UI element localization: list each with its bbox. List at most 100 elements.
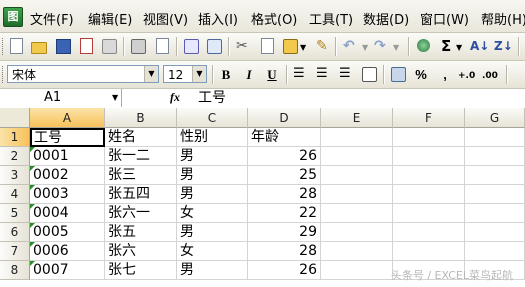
cell-c1[interactable]: 性别 [177,128,248,147]
cell-f6[interactable] [393,223,465,242]
redo-icon[interactable]: ↷ [374,37,386,55]
cell-d5[interactable]: 22 [248,204,321,223]
row-header-3[interactable]: 3 [0,166,30,185]
column-header-d[interactable]: D [248,108,321,128]
underline-button[interactable]: U [263,66,281,83]
toolbar-grip[interactable] [2,66,6,83]
cell-c5[interactable]: 女 [177,204,248,223]
cell-g2[interactable] [465,147,525,166]
paste-icon[interactable] [282,38,298,54]
row-header-8[interactable]: 8 [0,261,30,280]
cell-g1[interactable] [465,128,525,147]
cell-f5[interactable] [393,204,465,223]
cell-a2[interactable]: 0001 [30,147,105,166]
number-as-text-indicator-icon[interactable] [30,261,35,266]
menu-edit[interactable]: 编辑(E) [88,9,132,28]
cell-a6[interactable]: 0005 [30,223,105,242]
currency-icon[interactable] [390,66,406,82]
cut-icon[interactable]: ✂ [236,37,248,55]
number-as-text-indicator-icon[interactable] [30,185,35,190]
italic-button[interactable]: I [240,66,258,83]
column-header-a[interactable]: A [30,108,105,128]
formula-input[interactable]: 工号 [190,89,525,107]
cell-b3[interactable]: 张三 [105,166,177,185]
row-header-1[interactable]: 1 [0,128,30,147]
research-icon[interactable] [206,38,222,54]
cell-d4[interactable]: 28 [248,185,321,204]
cell-d2[interactable]: 26 [248,147,321,166]
hyperlink-icon[interactable] [416,38,432,54]
spelling-icon[interactable] [183,38,199,54]
cell-a5[interactable]: 0004 [30,204,105,223]
menu-data[interactable]: 数据(D) [363,9,409,28]
cell-g3[interactable] [465,166,525,185]
cell-e2[interactable] [321,147,393,166]
percent-button[interactable]: % [412,66,430,83]
copy-icon[interactable] [259,38,275,54]
cell-f4[interactable] [393,185,465,204]
cell-c7[interactable]: 女 [177,242,248,261]
name-box[interactable]: A1 [0,89,122,107]
menu-tools[interactable]: 工具(T) [309,9,353,28]
cell-c3[interactable]: 男 [177,166,248,185]
column-header-c[interactable]: C [177,108,248,128]
cell-f1[interactable] [393,128,465,147]
chevron-down-icon[interactable]: ▼ [144,66,158,82]
permission-icon[interactable] [78,38,94,54]
cell-d3[interactable]: 25 [248,166,321,185]
comma-style-button[interactable]: , [436,66,454,83]
autosum-dropdown-icon[interactable]: ▼ [456,39,462,57]
cell-b1[interactable]: 姓名 [105,128,177,147]
undo-dropdown-icon[interactable]: ▼ [362,39,368,57]
column-header-f[interactable]: F [393,108,465,128]
toolbar-grip[interactable] [2,38,6,55]
cell-b5[interactable]: 张六一 [105,204,177,223]
cell-e5[interactable] [321,204,393,223]
cell-a3[interactable]: 0002 [30,166,105,185]
email-icon[interactable] [101,38,117,54]
cell-f7[interactable] [393,242,465,261]
cell-b8[interactable]: 张七 [105,261,177,280]
print-preview-icon[interactable] [154,38,170,54]
cell-a7[interactable]: 0006 [30,242,105,261]
cell-g4[interactable] [465,185,525,204]
sort-ascending-icon[interactable]: A↓ [470,37,489,55]
paste-dropdown-icon[interactable]: ▼ [300,39,306,57]
row-header-7[interactable]: 7 [0,242,30,261]
save-icon[interactable] [55,38,71,54]
cell-e7[interactable] [321,242,393,261]
cell-b2[interactable]: 张一二 [105,147,177,166]
redo-dropdown-icon[interactable]: ▼ [393,39,399,57]
select-all-corner[interactable] [0,108,30,128]
row-header-2[interactable]: 2 [0,147,30,166]
cell-e8[interactable] [321,261,393,280]
column-header-e[interactable]: E [321,108,393,128]
cell-g6[interactable] [465,223,525,242]
chevron-down-icon[interactable]: ▼ [112,93,118,102]
cell-b4[interactable]: 张五四 [105,185,177,204]
cell-d8[interactable]: 26 [248,261,321,280]
merge-center-icon[interactable] [361,66,377,82]
number-as-text-indicator-icon[interactable] [30,166,35,171]
cell-d1[interactable]: 年龄 [248,128,321,147]
cell-d7[interactable]: 28 [248,242,321,261]
align-right-icon[interactable]: ☰ [339,65,351,83]
column-header-g[interactable]: G [465,108,525,128]
menu-help[interactable]: 帮助(H) [481,9,525,28]
insert-function-icon[interactable]: fx [170,90,180,105]
cell-e1[interactable] [321,128,393,147]
cell-a4[interactable]: 0003 [30,185,105,204]
menu-window[interactable]: 窗口(W) [420,9,469,28]
row-header-4[interactable]: 4 [0,185,30,204]
number-as-text-indicator-icon[interactable] [30,223,35,228]
cell-d6[interactable]: 29 [248,223,321,242]
increase-decimal-icon[interactable]: +.0 [458,67,475,85]
cell-b7[interactable]: 张六 [105,242,177,261]
cell-b6[interactable]: 张五 [105,223,177,242]
number-as-text-indicator-icon[interactable] [30,204,35,209]
cell-g7[interactable] [465,242,525,261]
open-folder-icon[interactable] [31,38,47,54]
chevron-down-icon[interactable]: ▼ [192,66,206,82]
cell-e3[interactable] [321,166,393,185]
row-header-5[interactable]: 5 [0,204,30,223]
